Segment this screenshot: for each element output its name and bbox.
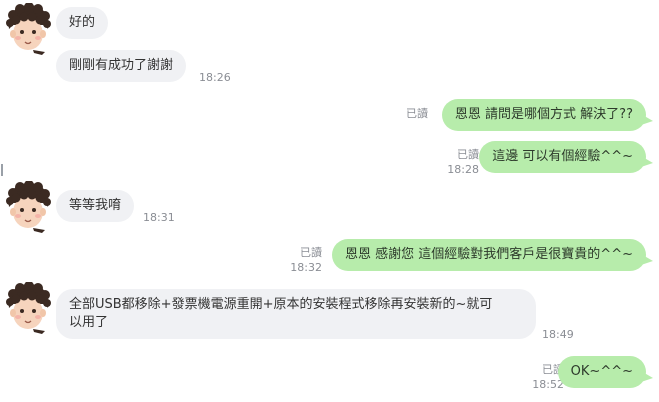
read-receipt: 已讀 [300, 246, 322, 259]
read-receipt: 已讀 [457, 148, 479, 161]
message-timestamp: 18:28 [447, 163, 479, 176]
message-text: 這邊 可以有個經驗^^~ [492, 149, 633, 164]
message-timestamp: 18:31 [143, 211, 175, 224]
text-cursor [1, 164, 3, 176]
message-text: 恩恩 感謝您 這個經驗對我們客戶是很寶貴的^^~ [345, 247, 633, 262]
message-timestamp: 18:49 [542, 328, 574, 341]
incoming-message-bubble[interactable]: 好的 [56, 7, 109, 39]
message-text: 恩恩 請問是哪個方式 解決了?? [454, 107, 633, 122]
avatar[interactable] [5, 3, 51, 57]
read-receipt: 已讀 [406, 107, 428, 120]
incoming-message-bubble[interactable]: 等等我唷 [56, 190, 135, 222]
outgoing-message-bubble[interactable]: 這邊 可以有個經驗^^~ [479, 141, 653, 173]
chat-window: { "colors": { "incoming_bubble": "#f0f1f… [0, 0, 659, 402]
incoming-message-bubble[interactable]: 剛剛有成功了謝謝 [56, 50, 187, 82]
message-text-line: 以用了 [69, 315, 109, 330]
message-text: OK~^^~ [570, 364, 633, 379]
message-text: 等等我唷 [69, 198, 122, 213]
message-timestamp: 18:32 [290, 261, 322, 274]
outgoing-message-bubble[interactable]: OK~^^~ [557, 356, 654, 388]
outgoing-message-bubble[interactable]: 恩恩 請問是哪個方式 解決了?? [441, 99, 654, 131]
outgoing-message-bubble[interactable]: 恩恩 感謝您 這個經驗對我們客戶是很寶貴的^^~ [332, 239, 653, 271]
avatar[interactable] [5, 282, 51, 336]
message-text: 剛剛有成功了謝謝 [69, 58, 174, 73]
message-text-line: 全部USB都移除+發票機電源重開+原本的安裝程式移除再安裝新的~就可 [69, 297, 493, 312]
avatar[interactable] [5, 181, 51, 235]
message-text: 好的 [69, 15, 96, 30]
message-timestamp: 18:26 [199, 71, 231, 84]
incoming-message-bubble[interactable]: 全部USB都移除+發票機電源重開+原本的安裝程式移除再安裝新的~就可 以用了 [56, 289, 536, 339]
